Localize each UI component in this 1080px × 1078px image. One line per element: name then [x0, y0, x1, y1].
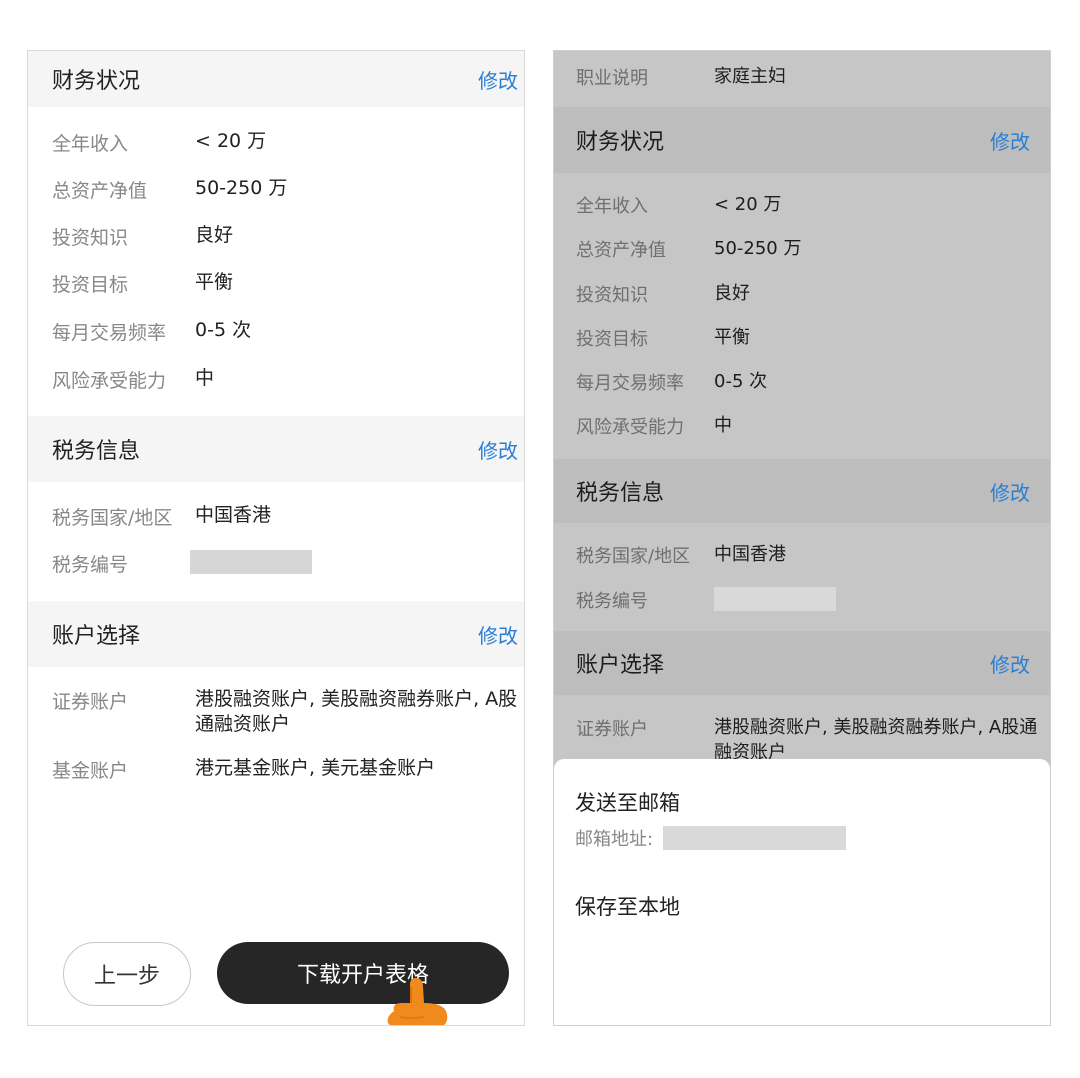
- tax-section-title: 税务信息: [576, 481, 665, 506]
- financial-edit-link[interactable]: 修改: [478, 65, 518, 94]
- pointing-hand-icon: [387, 977, 448, 1025]
- row-label: 证券账户: [52, 691, 129, 713]
- account-section-title: 账户选择: [52, 624, 141, 649]
- row-value: 0-5 次: [195, 319, 252, 341]
- row-label: 投资知识: [52, 227, 129, 249]
- row-label: 风险承受能力: [52, 370, 167, 392]
- row-value: 港元基金账户, 美元基金账户: [195, 757, 436, 779]
- row-label: 证券账户: [576, 719, 648, 740]
- download-form-button[interactable]: 下载开户表格: [217, 942, 509, 1004]
- row-label: 全年收入: [52, 133, 129, 155]
- row-value: 良好: [714, 283, 750, 304]
- previous-step-button[interactable]: 上一步: [63, 942, 191, 1006]
- financial-edit-link[interactable]: 修改: [990, 126, 1030, 155]
- row-value: [714, 587, 1050, 618]
- row-value: 平衡: [714, 327, 750, 348]
- save-to-local-option[interactable]: 保存至本地: [575, 891, 680, 921]
- row-value: 中国香港: [714, 544, 786, 565]
- row-label: 总资产净值: [576, 240, 666, 261]
- account-section-header: 账户选择 修改: [554, 631, 1050, 695]
- tax-section-header: 税务信息 修改: [554, 459, 1050, 523]
- row-value: [190, 550, 524, 581]
- financial-section-title: 财务状况: [52, 69, 141, 94]
- row-label: 税务编号: [52, 554, 129, 576]
- row-value: 港股融资账户, 美股融资融券账户, A股通融资账户: [714, 717, 1038, 763]
- redacted-email: [663, 826, 847, 850]
- email-address-row: 邮箱地址:: [575, 825, 847, 851]
- financial-section-header: 财务状况 修改: [28, 51, 524, 107]
- send-to-email-option[interactable]: 发送至邮箱: [575, 787, 680, 817]
- row-value: < 20 万: [195, 130, 267, 152]
- tax-edit-link[interactable]: 修改: [990, 477, 1030, 506]
- row-value: 0-5 次: [714, 371, 768, 392]
- row-label: 投资知识: [576, 285, 648, 306]
- row-value: < 20 万: [714, 194, 782, 215]
- account-section-header: 账户选择 修改: [28, 601, 524, 667]
- redacted-value: [714, 587, 836, 611]
- row-label: 职业说明: [576, 68, 648, 89]
- row-value: 港股融资账户, 美股融资融券账户, A股通融资账户: [195, 688, 518, 735]
- row-label: 每月交易频率: [52, 322, 167, 344]
- redacted-value: [190, 550, 312, 574]
- row-label: 税务编号: [576, 591, 648, 612]
- account-edit-link[interactable]: 修改: [990, 649, 1030, 678]
- review-screen-with-download-sheet: 职业说明 家庭主妇 财务状况 修改 全年收入 < 20 万 总资产净值 50-2…: [553, 50, 1051, 1026]
- tax-section-title: 税务信息: [52, 439, 141, 464]
- row-value: 良好: [195, 224, 234, 246]
- review-screen: 财务状况 修改 全年收入 < 20 万 总资产净值 50-250 万 投资知识 …: [27, 50, 525, 1026]
- row-value: 中国香港: [195, 504, 272, 526]
- download-options-sheet: 发送至邮箱 邮箱地址: 保存至本地: [554, 759, 1050, 1025]
- row-label: 税务国家/地区: [52, 507, 173, 529]
- row-label: 风险承受能力: [576, 417, 684, 438]
- row-label: 全年收入: [576, 196, 648, 217]
- row-label: 投资目标: [52, 274, 129, 296]
- row-label: 总资产净值: [52, 180, 148, 202]
- row-value: 中: [195, 367, 215, 389]
- account-section-title: 账户选择: [576, 653, 665, 678]
- row-value: 平衡: [195, 271, 234, 293]
- row-label: 投资目标: [576, 329, 648, 350]
- financial-section-header: 财务状况 修改: [554, 107, 1050, 173]
- row-label: 税务国家/地区: [576, 546, 691, 567]
- financial-section-title: 财务状况: [576, 130, 665, 155]
- row-label: 每月交易频率: [576, 373, 684, 394]
- account-edit-link[interactable]: 修改: [478, 620, 518, 649]
- row-label: 基金账户: [52, 760, 129, 782]
- row-value: 中: [714, 415, 732, 436]
- email-address-label: 邮箱地址:: [575, 829, 654, 850]
- row-value: 50-250 万: [714, 238, 802, 259]
- row-value: 50-250 万: [195, 177, 288, 199]
- tax-section-header: 税务信息 修改: [28, 416, 524, 482]
- tax-edit-link[interactable]: 修改: [478, 435, 518, 464]
- row-value: 家庭主妇: [714, 66, 786, 87]
